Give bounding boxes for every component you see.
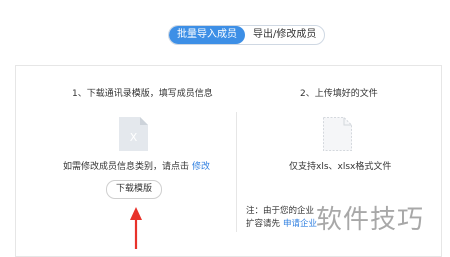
modify-link[interactable]: 修改 <box>192 162 210 172</box>
blank-file-icon <box>323 117 352 151</box>
excel-icon-letter: X <box>130 131 138 144</box>
tab-export-modify[interactable]: 导出/修改成员 <box>245 26 324 44</box>
column-divider <box>236 112 237 232</box>
enterprise-note-line1: 注：由于您的企业 <box>246 206 315 216</box>
watermark-text: 软件技巧 <box>316 205 425 235</box>
step2-label: 2、上传填好的文件 <box>300 89 378 99</box>
excel-file-icon: X <box>119 117 148 151</box>
apply-enterprise-link[interactable]: 申请企业 <box>283 219 317 229</box>
file-format-hint: 仅支持xls、xlsx格式文件 <box>289 162 392 172</box>
download-template-button[interactable]: 下载模版 <box>106 180 162 199</box>
step1-label: 1、下载通讯录模版，填写成员信息 <box>72 89 213 99</box>
import-mode-tabs: 批量导入成员 导出/修改成员 <box>168 25 326 45</box>
enterprise-note-line2: 扩容请先 申请企业 <box>246 217 317 229</box>
enterprise-note-prefix: 扩容请先 <box>246 219 281 229</box>
tab-batch-import[interactable]: 批量导入成员 <box>169 26 245 44</box>
red-arrow-annotation <box>130 207 142 249</box>
modify-category-hint: 如需修改成员信息类别，请点击 修改 <box>63 159 210 172</box>
modify-hint-text: 如需修改成员信息类别，请点击 <box>63 162 190 172</box>
